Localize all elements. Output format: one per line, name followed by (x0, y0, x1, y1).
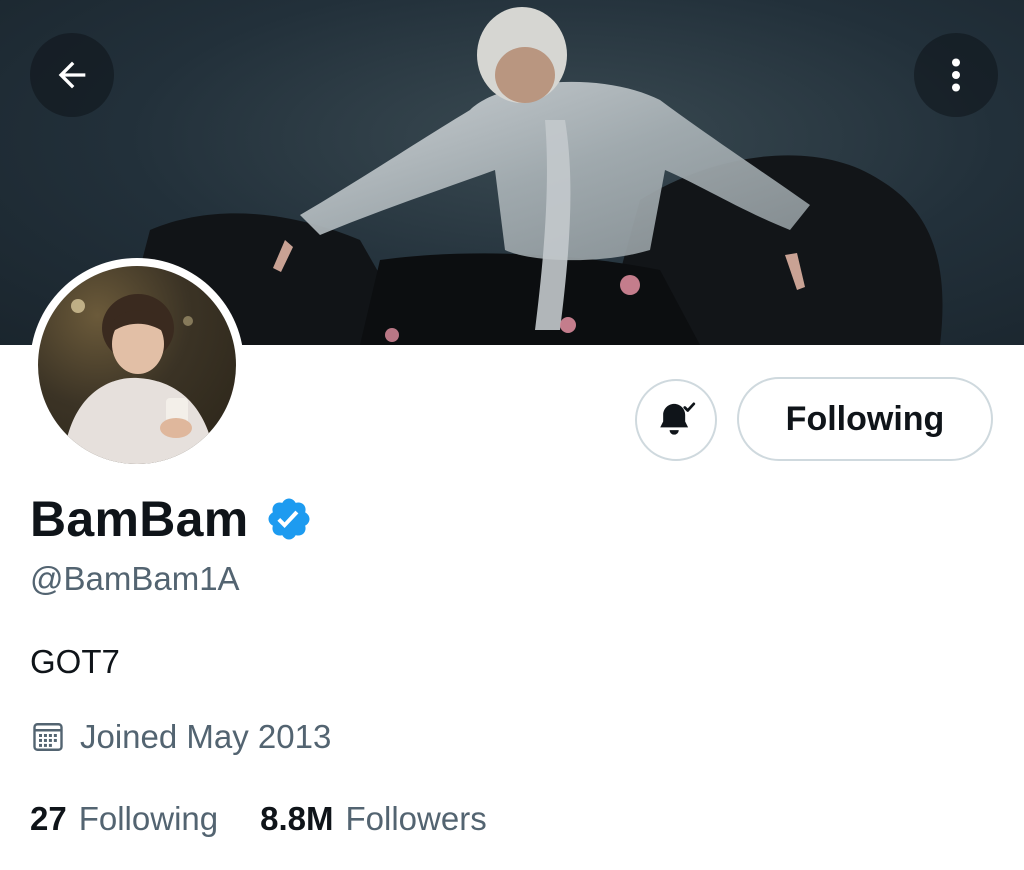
bell-check-icon (660, 402, 696, 435)
notifications-button[interactable] (635, 379, 717, 461)
avatar-artwork (63, 294, 216, 464)
following-label: Following (78, 800, 219, 837)
follow-stats: 27 Following 8.8M Followers (30, 800, 487, 838)
followers-count: 8.8M (260, 800, 334, 837)
joined-date-text: Joined May 2013 (80, 718, 332, 755)
user-handle: @BamBam1A (30, 560, 240, 597)
profile-avatar[interactable] (30, 258, 244, 472)
profile-bio: GOT7 (30, 643, 120, 680)
more-options-button[interactable] (914, 33, 998, 117)
display-name: BamBam (30, 491, 249, 547)
followers-label: Followers (345, 800, 487, 837)
verified-badge-icon (268, 498, 310, 540)
followers-stat-link[interactable]: 8.8M Followers (260, 800, 487, 838)
following-count: 27 (30, 800, 67, 837)
vertical-dots-icon (952, 58, 960, 92)
joined-date-row: Joined May 2013 (30, 718, 331, 756)
following-stat-link[interactable]: 27 Following (30, 800, 218, 838)
display-name-row: BamBam (30, 490, 313, 548)
following-button[interactable]: Following (737, 377, 993, 461)
back-button[interactable] (30, 33, 114, 117)
profile-page: Following BamBam @BamBam1A GOT7 Joined M… (0, 0, 1024, 870)
calendar-icon (33, 723, 63, 751)
arrow-left-icon (58, 61, 86, 89)
avatar-photo (38, 266, 236, 464)
